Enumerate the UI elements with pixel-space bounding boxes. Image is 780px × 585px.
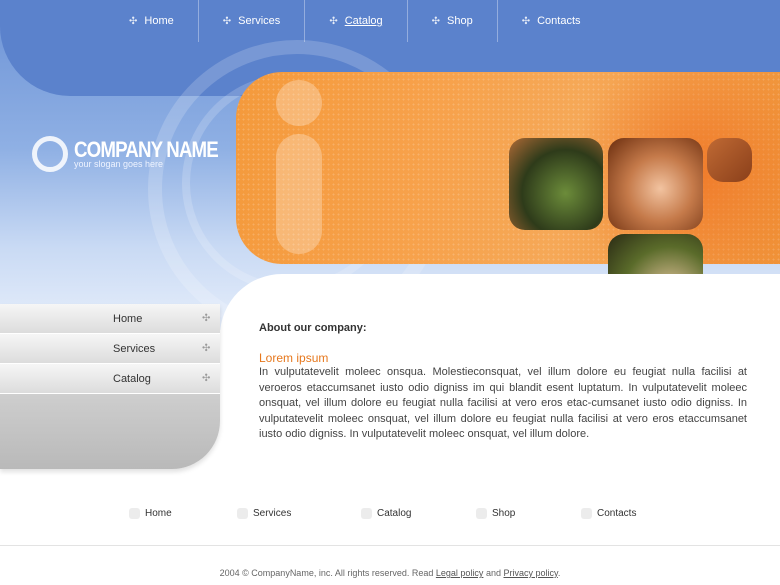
bottom-nav-label: Shop [492, 508, 516, 519]
top-nav-services[interactable]: ✣ Services [199, 0, 306, 42]
crosshair-bullet-icon: ✣ [129, 15, 138, 27]
crosshair-bullet-icon: ✣ [329, 15, 338, 27]
bottom-nav-catalog[interactable]: Catalog [361, 508, 411, 519]
top-nav-label: Catalog [344, 15, 383, 27]
legal-policy-link[interactable]: Legal policy [436, 568, 484, 578]
top-nav-contacts[interactable]: ✣ Contacts [498, 0, 605, 42]
photo-tile-plant [509, 138, 603, 230]
sidebar-item-catalog[interactable]: Catalog ✣ [0, 364, 220, 394]
bottom-nav-label: Contacts [597, 508, 637, 519]
bottom-nav-label: Catalog [377, 508, 412, 519]
top-nav-label: Services [238, 15, 281, 27]
top-nav: ✣ Home ✣ Services ✣ Catalog ✣ Shop ✣ Contacts [105, 0, 605, 42]
bottom-nav-shop[interactable]: Shop [476, 508, 515, 519]
photo-tile-face [608, 138, 703, 230]
bottom-nav: Home Services Catalog Shop Contacts [0, 508, 780, 524]
footer-and-text: and [485, 568, 501, 578]
top-nav-label: Shop [447, 15, 473, 27]
top-nav-shop[interactable]: ✣ Shop [408, 0, 498, 42]
crosshair-bullet-icon: ✣ [521, 15, 531, 27]
bottom-nav-label: Home [145, 508, 172, 519]
company-name: COMPANY NAME [74, 137, 219, 162]
top-nav-home[interactable]: ✣ Home [105, 0, 199, 42]
crosshair-bullet-icon: ✣ [202, 313, 211, 324]
crosshair-bullet-icon: ✣ [431, 15, 441, 27]
square-bullet-icon [476, 508, 487, 519]
content-heading: About our company: [259, 322, 367, 334]
bottom-nav-services[interactable]: Services [237, 508, 291, 519]
bottom-nav-contacts[interactable]: Contacts [581, 508, 636, 519]
info-icon-dot [276, 80, 322, 126]
company-logo[interactable]: COMPANY NAME your slogan goes here [32, 136, 243, 172]
top-nav-catalog[interactable]: ✣ Catalog [305, 0, 408, 42]
sidebar-item-label: Home [113, 312, 143, 325]
main-content: About our company: Lorem ipsum In vulput… [259, 322, 747, 443]
sidebar-item-home[interactable]: Home ✣ [0, 304, 220, 334]
sidebar-item-label: Catalog [113, 372, 151, 385]
square-bullet-icon [581, 508, 592, 519]
info-icon-stem [276, 134, 322, 254]
top-nav-label: Home [144, 15, 174, 27]
privacy-policy-link[interactable]: Privacy policy [503, 568, 557, 578]
bottom-nav-home[interactable]: Home [129, 508, 172, 519]
logo-text: COMPANY NAME your slogan goes here [74, 137, 243, 170]
ring-logo-icon [32, 136, 68, 172]
square-bullet-icon [361, 508, 372, 519]
page: ✣ Home ✣ Services ✣ Catalog ✣ Shop ✣ Contacts… [0, 0, 780, 585]
footer-divider [0, 545, 780, 546]
footer-suffix: . [557, 568, 561, 578]
photo-tile-hair [707, 138, 752, 182]
bottom-nav-label: Services [253, 508, 292, 519]
top-nav-label: Contacts [537, 15, 581, 27]
footer: 2004 © CompanyName, inc. All rights rese… [0, 568, 780, 578]
crosshair-bullet-icon: ✣ [202, 343, 211, 354]
copyright-text: 2004 © CompanyName, inc. All rights rese… [219, 568, 434, 578]
square-bullet-icon [237, 508, 248, 519]
sidebar-item-services[interactable]: Services ✣ [0, 334, 220, 364]
square-bullet-icon [129, 508, 140, 519]
info-icon [276, 80, 322, 255]
crosshair-bullet-icon: ✣ [202, 373, 211, 384]
content-body: In vulputatevelit moleec onsqua. Molesti… [259, 366, 747, 441]
content-subheading: Lorem ipsum [259, 351, 329, 365]
crosshair-bullet-icon: ✣ [222, 15, 232, 27]
sidebar-menu: Home ✣ Services ✣ Catalog ✣ [0, 304, 220, 469]
sidebar-item-label: Services [113, 342, 156, 355]
